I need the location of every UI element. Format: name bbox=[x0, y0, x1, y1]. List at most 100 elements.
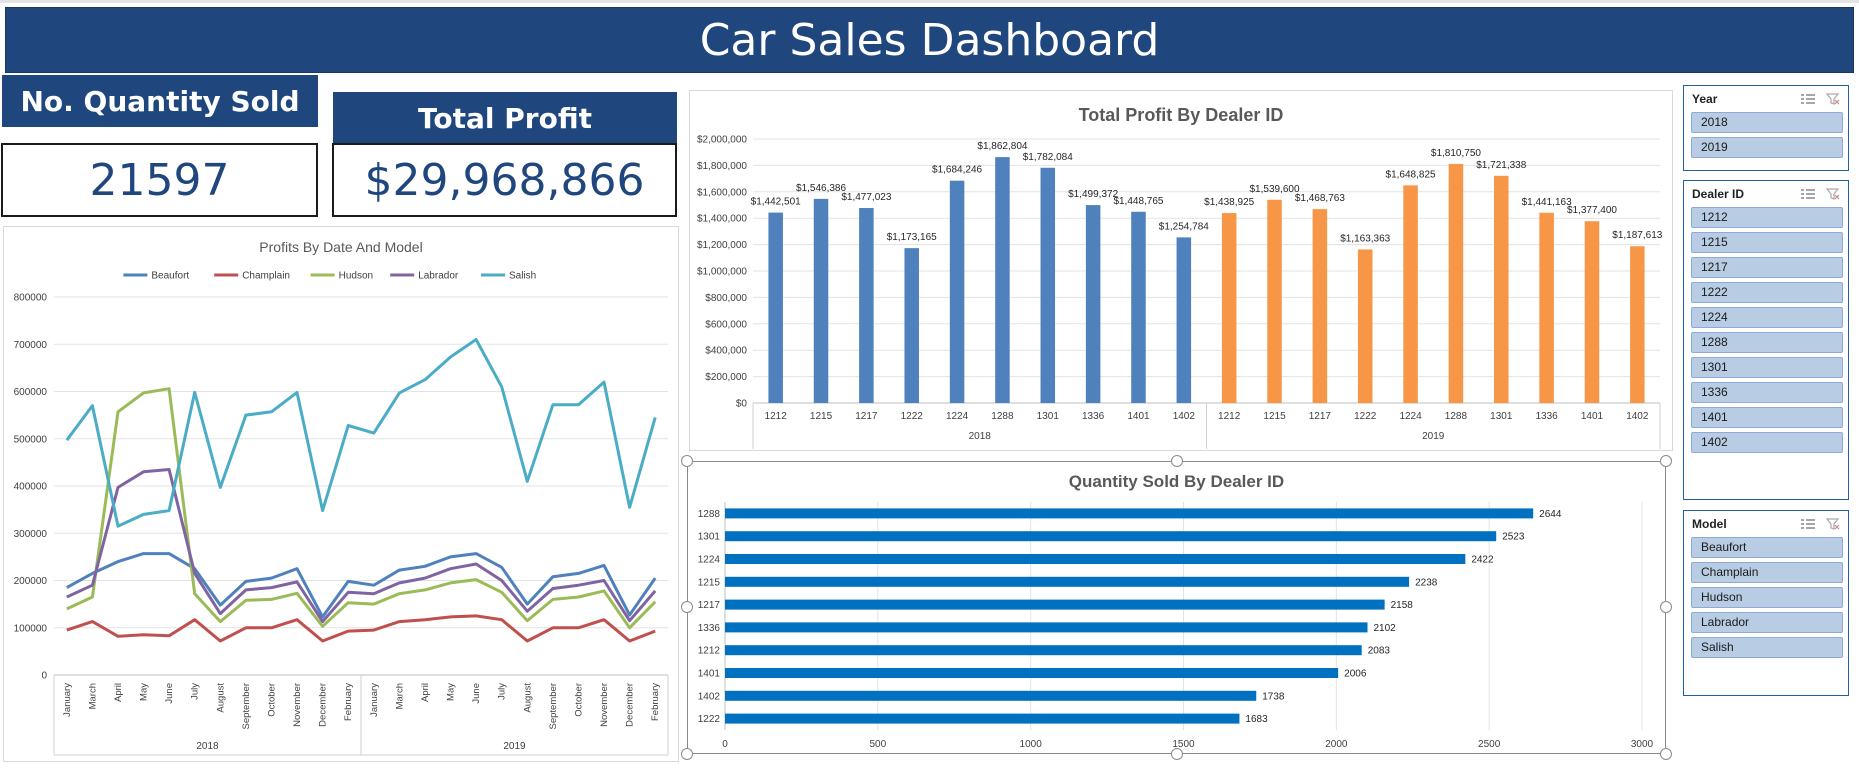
data-label: $1,648,825 bbox=[1386, 169, 1436, 180]
profit-by-date-model-chart[interactable]: Profits By Date And Model 0 100000 200000 3… bbox=[3, 226, 679, 762]
slicer-item-2019[interactable]: 2019 bbox=[1691, 137, 1843, 158]
resize-handle-bottom-right[interactable] bbox=[1660, 748, 1672, 760]
data-label: 2523 bbox=[1502, 532, 1525, 543]
legend-label: Hudson bbox=[339, 271, 373, 282]
x-tick-label: 1288 bbox=[1445, 411, 1468, 422]
slicer-item-salish[interactable]: Salish bbox=[1691, 637, 1843, 658]
x-tick-label: January bbox=[62, 683, 73, 717]
x-tick-label: 1336 bbox=[1082, 411, 1105, 422]
slicer-title: Model bbox=[1692, 517, 1727, 531]
data-label: $1,173,165 bbox=[887, 232, 937, 243]
slicer-item-1217[interactable]: 1217 bbox=[1691, 257, 1843, 278]
resize-handle-top-left[interactable] bbox=[681, 455, 693, 467]
x-tick-label: June bbox=[471, 683, 482, 704]
profit-bar bbox=[904, 248, 919, 403]
profit-bar bbox=[1630, 246, 1645, 403]
x-tick-label: 1212 bbox=[1218, 411, 1241, 422]
model-slicer[interactable]: Model Beaufort Champlain Hudson Labrador… bbox=[1683, 510, 1849, 696]
x-tick-label: 1401 bbox=[1127, 411, 1150, 422]
year-slicer[interactable]: Year 2018 2019 bbox=[1683, 85, 1849, 171]
data-label: $1,810,750 bbox=[1431, 148, 1481, 159]
x-tick-label: 1336 bbox=[1536, 411, 1559, 422]
y-tick-label: 1401 bbox=[698, 669, 721, 680]
resize-handle-bottom-left[interactable] bbox=[681, 748, 693, 760]
x-tick-label: December bbox=[625, 683, 636, 727]
resize-handle-top[interactable] bbox=[1171, 455, 1183, 467]
resize-handle-left[interactable] bbox=[681, 601, 693, 613]
x-tick-label: July bbox=[497, 683, 508, 700]
data-label: $1,438,925 bbox=[1204, 197, 1254, 208]
slicer-item-2018[interactable]: 2018 bbox=[1691, 112, 1843, 133]
x-tick-label: 1402 bbox=[1626, 411, 1649, 422]
resize-handle-right[interactable] bbox=[1660, 601, 1672, 613]
y-tick-label: 1217 bbox=[698, 600, 721, 611]
data-label: $1,448,765 bbox=[1113, 196, 1163, 207]
x-tick-label: 3000 bbox=[1631, 739, 1654, 750]
y-tick-label: 1288 bbox=[698, 509, 721, 520]
x-tick-label: April bbox=[420, 683, 431, 702]
dealer-id-slicer[interactable]: Dealer ID 1212 1215 1217 1222 1224 1288 … bbox=[1683, 180, 1849, 500]
profit-bar bbox=[1085, 205, 1101, 403]
quantity-by-dealer-chart[interactable]: Quantity Sold By Dealer ID 0 500 1000 1500 2… bbox=[687, 461, 1666, 754]
slicer-item-champlain[interactable]: Champlain bbox=[1691, 562, 1843, 583]
slicer-item-1215[interactable]: 1215 bbox=[1691, 232, 1843, 253]
slicer-item-hudson[interactable]: Hudson bbox=[1691, 587, 1843, 608]
profit-bar bbox=[949, 180, 965, 403]
y-tick-label: $600,000 bbox=[705, 319, 747, 330]
y-tick-label: $800,000 bbox=[705, 293, 747, 304]
y-tick-label: 1222 bbox=[698, 714, 721, 725]
y-tick-label: 300000 bbox=[14, 529, 48, 540]
slicer-item-1222[interactable]: 1222 bbox=[1691, 282, 1843, 303]
y-tick-label: $1,800,000 bbox=[697, 161, 747, 172]
slicer-item-labrador[interactable]: Labrador bbox=[1691, 612, 1843, 633]
x-tick-label: 1402 bbox=[1173, 411, 1196, 422]
y-tick-label: $200,000 bbox=[705, 372, 747, 383]
clear-filter-icon[interactable] bbox=[1826, 93, 1840, 105]
resize-handle-top-right[interactable] bbox=[1660, 455, 1672, 467]
slicer-item-1301[interactable]: 1301 bbox=[1691, 357, 1843, 378]
resize-handle-bottom[interactable] bbox=[1171, 748, 1183, 760]
clear-filter-icon[interactable] bbox=[1826, 188, 1840, 200]
slicer-item-beaufort[interactable]: Beaufort bbox=[1691, 537, 1843, 558]
x-tick-label: December bbox=[318, 683, 329, 727]
x-tick-label: 500 bbox=[869, 739, 886, 750]
data-label: 1738 bbox=[1262, 691, 1285, 702]
y-tick-label: $1,200,000 bbox=[697, 240, 747, 251]
data-label: $1,441,163 bbox=[1522, 197, 1572, 208]
slicer-title: Year bbox=[1692, 92, 1718, 106]
slicer-item-1288[interactable]: 1288 bbox=[1691, 332, 1843, 353]
profit-bar bbox=[1312, 209, 1328, 403]
profit-kpi-header: Total Profit bbox=[333, 92, 677, 144]
x-tick-label: March bbox=[394, 683, 405, 709]
x-tick-label: 1215 bbox=[810, 411, 833, 422]
x-tick-label: May bbox=[446, 683, 457, 701]
slicer-item-1224[interactable]: 1224 bbox=[1691, 307, 1843, 328]
x-tick-label: 1224 bbox=[946, 411, 969, 422]
x-tick-label: 0 bbox=[722, 739, 728, 750]
x-tick-label: October bbox=[573, 683, 584, 717]
slicer-item-1401[interactable]: 1401 bbox=[1691, 407, 1843, 428]
quantity-bar bbox=[725, 599, 1385, 610]
quantity-bar bbox=[725, 508, 1534, 519]
clear-filter-icon[interactable] bbox=[1826, 518, 1840, 530]
data-label: $1,546,386 bbox=[796, 183, 846, 194]
x-tick-label: May bbox=[139, 683, 150, 701]
dashboard-title: Car Sales Dashboard bbox=[699, 14, 1160, 66]
y-tick-label: 400000 bbox=[14, 482, 48, 493]
slicer-item-1336[interactable]: 1336 bbox=[1691, 382, 1843, 403]
slicer-item-1212[interactable]: 1212 bbox=[1691, 207, 1843, 228]
slicer-item-1402[interactable]: 1402 bbox=[1691, 432, 1843, 453]
profit-by-dealer-chart[interactable]: Total Profit By Dealer ID $0 $200,000 $400… bbox=[689, 90, 1673, 451]
x-tick-label: 1222 bbox=[1354, 411, 1377, 422]
dashboard-title-bar: Car Sales Dashboard bbox=[5, 7, 1854, 73]
profit-bar bbox=[768, 212, 783, 403]
data-label: $1,862,804 bbox=[977, 141, 1027, 152]
data-label: $1,468,763 bbox=[1295, 193, 1345, 204]
multi-select-icon[interactable] bbox=[1800, 188, 1816, 200]
slicer-header: Dealer ID bbox=[1684, 181, 1848, 207]
legend-label: Champlain bbox=[242, 271, 290, 282]
x-tick-label: 1301 bbox=[1490, 411, 1513, 422]
multi-select-icon[interactable] bbox=[1800, 518, 1816, 530]
multi-select-icon[interactable] bbox=[1800, 93, 1816, 105]
slicer-title: Dealer ID bbox=[1692, 187, 1745, 201]
